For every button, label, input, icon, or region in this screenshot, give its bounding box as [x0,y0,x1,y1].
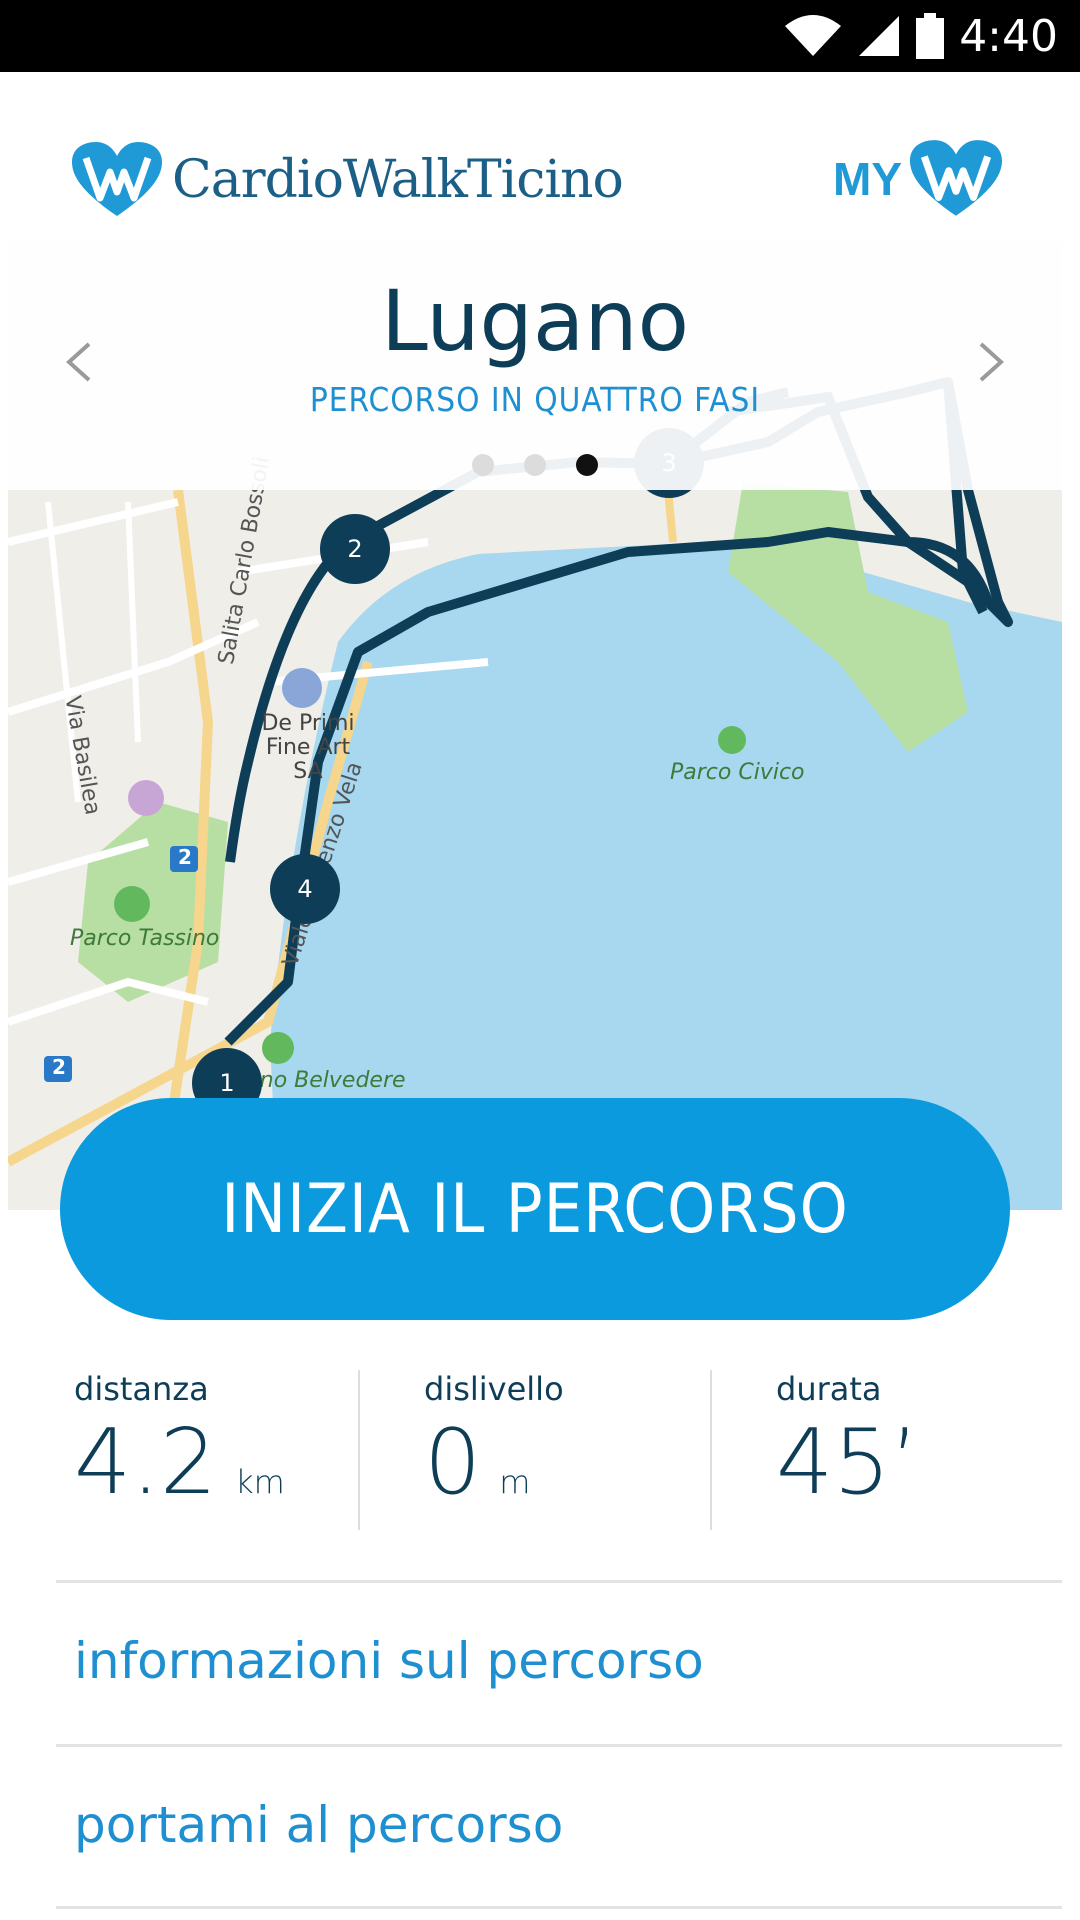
stat-duration-value: 45’ [776,1410,920,1515]
waypoint-label-1: 1 [219,1069,235,1097]
divider-2 [56,1744,1062,1747]
stat-divider [358,1370,360,1530]
divider-3 [56,1906,1062,1909]
stat-duration-label: durata [776,1370,882,1408]
stat-elevation-label: dislivello [424,1370,564,1408]
status-time: 4:40 [959,10,1058,62]
stat-distance-label: distanza [74,1370,209,1408]
next-route-button[interactable] [962,332,1022,392]
start-route-button[interactable]: INIZIA IL PERCORSO [60,1098,1010,1320]
app-header: CardioWalkTicino MY [0,72,1080,242]
route-title-card: Lugano PERCORSO IN QUATTRO FASI [8,242,1062,490]
signal-icon [859,16,900,56]
my-heart-icon [910,140,1002,216]
stat-elevation-unit: m [499,1463,531,1501]
waypoint-marker-4[interactable]: 4 [270,854,340,924]
poi-label-parco-tassino: Parco Tassino [70,926,220,951]
stat-elevation-value-row: 0m [424,1418,564,1508]
pager-dot-2[interactable] [524,454,546,476]
battery-icon [916,13,945,59]
route-pager-dots[interactable] [8,454,1062,476]
stat-distance: distanza 4.2 km [74,1370,285,1530]
route-subtitle: PERCORSO IN QUATTRO FASI [309,380,761,419]
poi-label-de-primi: De Primi Fine Art SA [261,711,355,785]
belvedere-tree-icon [262,1032,294,1064]
divider-1 [56,1580,1062,1583]
park-tassino-tree-icon [114,886,150,922]
waypoint-marker-2[interactable]: 2 [320,514,390,584]
my-label: MY [833,153,902,205]
directions-link[interactable]: portami al percorso [74,1796,563,1854]
cardiowalk-logo[interactable]: CardioWalkTicino [72,142,624,218]
stat-elevation: dislivello 0m [424,1370,564,1530]
stat-distance-value: 4.2 [74,1410,218,1515]
wifi-icon [785,15,842,56]
route-info-link[interactable]: informazioni sul percorso [74,1632,704,1690]
gallery-poi-icon [282,668,322,708]
my-cardiowalk-button[interactable]: MY [833,140,1002,218]
stat-distance-unit: km [235,1463,285,1501]
stat-divider-2 [710,1370,712,1530]
route-city-title: Lugano [381,272,689,370]
logo-text: CardioWalkTicino [172,150,624,210]
route-stats: distanza 4.2 km dislivello 0m durata 45’ [0,1370,1080,1530]
waypoint-label-2: 2 [347,535,363,563]
status-bar: 4:40 [0,0,1080,72]
park-civico-tree-icon [718,726,746,754]
stat-elevation-value: 0 [424,1410,482,1515]
rail-poi-icon [128,780,164,816]
chevron-right-icon [979,342,1004,382]
waypoint-label-4: 4 [297,875,313,903]
start-route-label: INIZIA IL PERCORSO [221,1169,849,1249]
poi-label-parco-civico: Parco Civico [670,760,805,785]
cardiowalk-heart-icon [72,142,162,216]
stat-distance-value-row: 4.2 km [74,1418,285,1508]
stat-duration: durata 45’ [776,1370,919,1530]
bus-badge-label-2: 2 [52,1055,66,1079]
pager-dot-1[interactable] [472,454,494,476]
pager-dot-3-active[interactable] [576,454,598,476]
bus-badge-label: 2 [178,845,192,869]
status-icons: 4:40 [783,0,1058,72]
